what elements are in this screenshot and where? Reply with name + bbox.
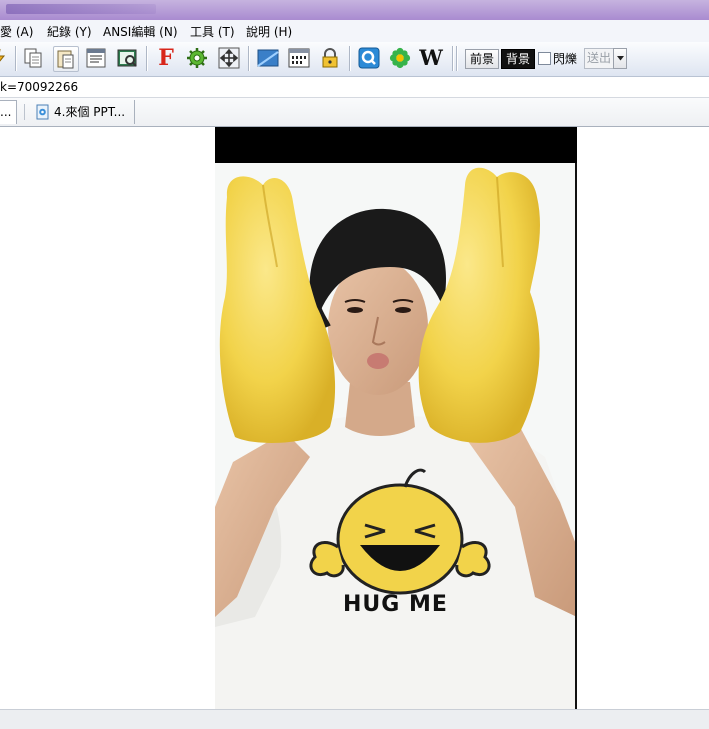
quick-icon[interactable] [357,46,381,70]
lightning-icon[interactable] [0,46,10,70]
tab-ppt[interactable]: 4.來個 PPT... [30,100,135,124]
window-title [6,4,156,14]
tab-bar: ... 4.來個 PPT... [0,98,709,127]
menu-tools[interactable]: 工具 (T) [190,23,235,40]
toolbar-separator [349,46,351,71]
lock-icon[interactable] [318,46,342,70]
font-icon[interactable]: F [154,46,178,70]
send-dropdown[interactable] [613,48,627,69]
photo: HUG ME [215,127,577,709]
paste-icon[interactable] [53,46,79,72]
tab-previous[interactable]: ... [0,100,17,124]
tab-label: 4.來個 PPT... [54,105,126,119]
blink-checkbox[interactable] [538,52,551,65]
foreground-button[interactable]: 前景 [465,49,499,69]
menu-log[interactable]: 紀錄 (Y) [47,23,92,40]
ansi-copy-icon[interactable] [84,46,108,70]
address-text: k=70092266 [0,80,79,94]
tab-label: ... [0,105,12,119]
toolbar-grip [456,46,458,71]
menu-help[interactable]: 說明 (H) [246,23,292,40]
menu-favorites[interactable]: 愛 (A) [0,23,33,40]
menu-bar: 愛 (A) 紀錄 (Y) ANSI編輯 (N) 工具 (T) 說明 (H) [0,20,709,43]
flower-icon[interactable] [388,46,412,70]
photo-illustration: HUG ME [215,167,577,709]
binary-icon[interactable] [287,46,311,70]
document-icon [36,104,49,120]
copy-icon[interactable] [22,46,46,70]
font-letter: F [158,45,174,71]
screenshot-icon[interactable] [115,46,139,70]
move-icon[interactable] [217,46,241,70]
photo-edge [575,163,577,709]
background-button[interactable]: 背景 [501,49,535,69]
menu-ansi-edit[interactable]: ANSI編輯 (N) [103,23,178,40]
wikipedia-letter: W [419,45,443,70]
wikipedia-icon[interactable]: W [419,46,443,70]
gear-icon[interactable] [185,46,209,70]
status-bar [0,709,709,729]
tab-separator [24,104,25,120]
content-area: HUG ME [0,127,709,709]
toolbar-separator [248,46,250,71]
address-bar[interactable]: k=70092266 [0,77,709,98]
toolbar-separator [452,46,454,71]
title-bar[interactable] [0,0,709,20]
chevron-down-icon [616,56,624,61]
screen-icon[interactable] [256,46,280,70]
svg-text:HUG ME: HUG ME [343,592,448,617]
send-button[interactable]: 送出 [584,48,614,69]
blink-label: 閃爍 [553,52,578,66]
toolbar-separator [146,46,148,71]
toolbar-separator [15,46,17,71]
